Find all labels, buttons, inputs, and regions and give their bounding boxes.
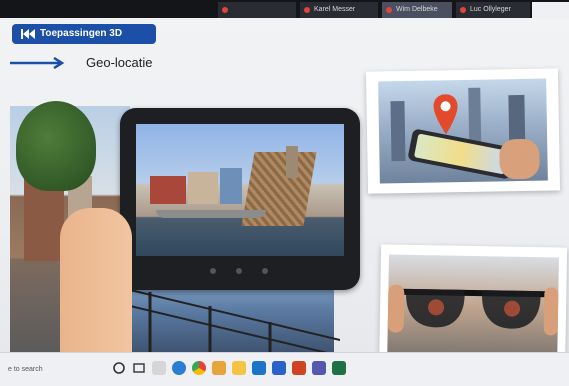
section-title: Toepassingen 3D bbox=[40, 28, 123, 39]
back-icon bbox=[210, 268, 216, 274]
hand-image bbox=[387, 284, 405, 333]
teams-icon[interactable] bbox=[312, 361, 326, 375]
participant-name: Karel Messer bbox=[314, 6, 356, 13]
arrow-right-icon bbox=[10, 57, 65, 69]
windows-taskbar: e to search bbox=[0, 352, 569, 386]
home-icon bbox=[236, 268, 242, 274]
task-view-icon[interactable] bbox=[132, 361, 146, 375]
location-pin-icon bbox=[433, 94, 458, 135]
mic-muted-icon bbox=[460, 7, 466, 13]
participant-tile-self[interactable] bbox=[532, 2, 569, 18]
church-tower bbox=[286, 146, 298, 178]
hand-image bbox=[543, 287, 559, 336]
house-image bbox=[220, 168, 242, 204]
chrome-browser-icon[interactable] bbox=[192, 361, 206, 375]
photos-app-icon[interactable] bbox=[212, 361, 226, 375]
skyscraper bbox=[390, 101, 406, 162]
participant-tile-wim[interactable]: Wim Delbeke bbox=[382, 2, 452, 18]
city-skyline-image bbox=[378, 78, 548, 184]
windows-start-icon[interactable] bbox=[112, 361, 126, 375]
map-screen bbox=[413, 133, 509, 175]
section-badge: Toepassingen 3D bbox=[12, 24, 156, 44]
slide-subtitle: Geo-locatie bbox=[86, 55, 153, 70]
participant-name: Luc Ollyleger bbox=[470, 6, 511, 13]
tablet-ar-scene bbox=[136, 124, 344, 256]
hand-image bbox=[60, 208, 132, 358]
participant-tile-karel[interactable]: Karel Messer bbox=[300, 2, 378, 18]
tablet-device-image bbox=[120, 108, 360, 290]
participant-tile-luc[interactable]: Luc Ollyleger bbox=[456, 2, 530, 18]
video-call-bar: Karel Messer Wim Delbeke Luc Ollyleger bbox=[0, 0, 569, 20]
railing-image bbox=[130, 289, 340, 358]
powerpoint-icon[interactable] bbox=[292, 361, 306, 375]
house-image bbox=[188, 172, 218, 204]
house-image bbox=[150, 176, 186, 204]
smart-glasses-photo bbox=[378, 244, 568, 358]
geolocation-phone-photo bbox=[365, 68, 561, 194]
tree-foliage bbox=[16, 101, 96, 191]
taskbar-app-icon[interactable] bbox=[152, 361, 166, 375]
mic-muted-icon bbox=[304, 7, 310, 13]
participant-name: Wim Delbeke bbox=[396, 6, 438, 13]
hand-image bbox=[499, 138, 540, 180]
street-blur-image bbox=[387, 254, 559, 358]
mic-muted-icon bbox=[222, 7, 228, 13]
search-placeholder: e to search bbox=[8, 366, 43, 373]
mic-muted-icon bbox=[386, 7, 392, 13]
taskbar-search-box[interactable]: e to search bbox=[0, 353, 100, 386]
edge-browser-icon[interactable] bbox=[172, 361, 186, 375]
word-icon[interactable] bbox=[272, 361, 286, 375]
sunglasses-image bbox=[392, 288, 555, 329]
participant-tile-1[interactable] bbox=[218, 2, 296, 18]
outlook-icon[interactable] bbox=[252, 361, 266, 375]
excel-icon[interactable] bbox=[332, 361, 346, 375]
file-explorer-icon[interactable] bbox=[232, 361, 246, 375]
recent-apps-icon bbox=[262, 268, 268, 274]
bridge-image bbox=[156, 210, 266, 218]
tablet-nav-bar bbox=[120, 264, 360, 278]
presentation-slide: Toepassingen 3D Geo-locatie bbox=[0, 18, 569, 358]
skip-back-icon bbox=[21, 29, 35, 39]
